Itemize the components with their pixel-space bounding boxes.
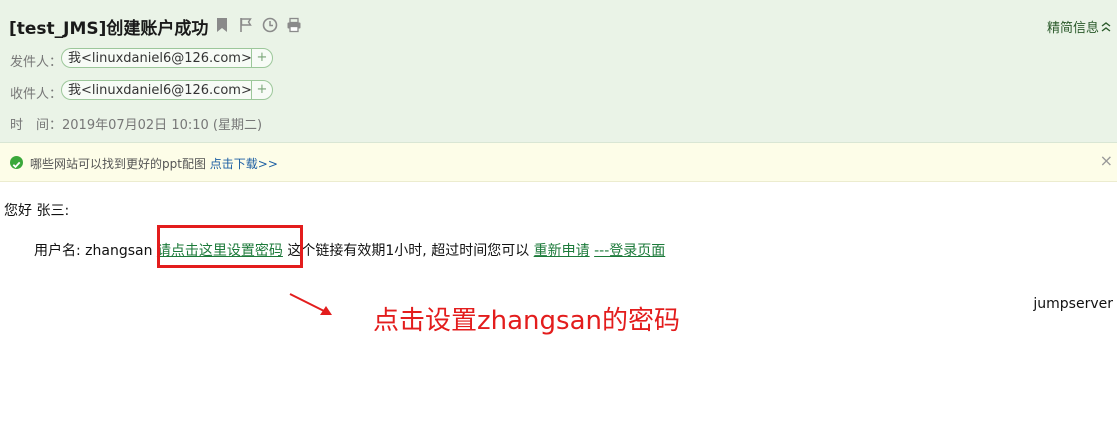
- notice-download-link[interactable]: 点击下载>>: [210, 157, 278, 171]
- email-subject: [test_JMS]创建账户成功: [9, 19, 209, 39]
- notice-text-wrap: 哪些网站可以找到更好的ppt配图 点击下载>>: [30, 155, 278, 172]
- annotation-text: 点击设置zhangsan的密码: [373, 306, 680, 336]
- email-header: [test_JMS]创建账户成功 精简信息 发件人： 我<linuxdaniel…: [0, 0, 1117, 143]
- time-row: 时 间：2019年07月02日 10:10 (星期二): [10, 114, 262, 133]
- notice-text: 哪些网站可以找到更好的ppt配图: [30, 157, 206, 171]
- to-row: 收件人：: [10, 83, 62, 102]
- bookmark-icon[interactable]: [214, 17, 230, 33]
- greeting: 您好 张三:: [4, 203, 70, 219]
- print-icon[interactable]: [286, 17, 302, 33]
- from-label: 发件人：: [10, 55, 63, 70]
- signature: jumpserver: [1033, 296, 1113, 312]
- add-sender-button[interactable]: +: [251, 48, 273, 68]
- body-line: 用户名: zhangsan 请点击这里设置密码 这个链接有效期1小时, 超过时间…: [34, 240, 665, 260]
- from-row: 发件人：: [10, 51, 62, 70]
- clock-icon[interactable]: [262, 17, 278, 33]
- time-label: 时 间：: [10, 118, 63, 133]
- simple-info-label: 精简信息: [1046, 21, 1099, 36]
- subject-actions: [214, 17, 302, 33]
- login-page-link[interactable]: ---登录页面: [594, 243, 665, 259]
- flag-icon[interactable]: [238, 17, 254, 33]
- time-value: 2019年07月02日 10:10 (星期二): [62, 118, 263, 133]
- username-text: 用户名: zhangsan: [34, 243, 153, 259]
- highlight-box: [157, 225, 303, 268]
- chevron-up-icon: [1101, 21, 1111, 37]
- simple-info-toggle[interactable]: 精简信息: [1047, 17, 1111, 37]
- close-icon[interactable]: ×: [1100, 151, 1113, 170]
- annotation-arrow: [289, 293, 332, 315]
- from-chip[interactable]: 我<linuxdaniel6@126.com>: [61, 48, 252, 68]
- reapply-link[interactable]: 重新申请: [534, 243, 590, 259]
- check-circle-icon: [10, 156, 23, 169]
- to-label: 收件人：: [10, 87, 63, 102]
- add-recipient-button[interactable]: +: [251, 80, 273, 100]
- validity-text: 这个链接有效期1小时, 超过时间您可以: [287, 243, 530, 259]
- to-chip[interactable]: 我<linuxdaniel6@126.com>: [61, 80, 252, 100]
- notice-bar: 哪些网站可以找到更好的ppt配图 点击下载>> ×: [0, 143, 1117, 182]
